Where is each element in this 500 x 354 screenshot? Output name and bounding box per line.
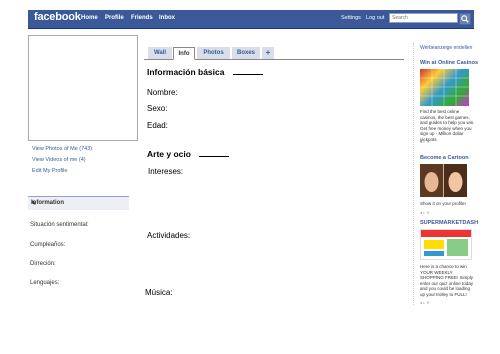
nav-logout[interactable]: Log out	[366, 15, 384, 21]
nav-friends[interactable]: Friends	[131, 15, 153, 21]
top-navigation-bar: facebook Home Profile Friends Inbox Sett…	[28, 10, 474, 29]
search-input[interactable]	[389, 13, 458, 23]
edit-profile-link[interactable]: Edit My Profile	[32, 168, 67, 174]
nav-settings[interactable]: Settings	[341, 15, 361, 21]
activities-label: Actividades:	[147, 231, 191, 240]
nav-home[interactable]: Home	[81, 15, 98, 21]
sex-label: Sexo:	[147, 104, 168, 113]
ad-feedback-icons[interactable]: ◂ ▹ ✕	[420, 300, 430, 305]
facebook-logo[interactable]: facebook	[34, 11, 81, 23]
nav-inbox[interactable]: Inbox	[159, 15, 175, 21]
add-tab-button[interactable]: +	[262, 47, 274, 59]
information-box-header: Information ✎	[28, 196, 129, 210]
view-photos-link[interactable]: View Photos of Me (743)	[32, 146, 92, 152]
cartoon-faces-image[interactable]	[420, 164, 467, 197]
ad-title-cartoon[interactable]: Become a Cartoon	[420, 155, 469, 161]
basic-info-heading: Información básica	[147, 66, 263, 77]
tab-boxes[interactable]: Boxes	[232, 47, 260, 59]
search-icon	[461, 15, 469, 23]
languages-label: Lenguajes:	[30, 280, 60, 286]
pencil-icon[interactable]: ✎	[31, 200, 126, 207]
relationship-status-label: Situación sentimental:	[30, 222, 89, 228]
profile-picture[interactable]	[28, 35, 138, 141]
arts-title: Arte y ocio	[147, 149, 191, 159]
supermarket-banner-image[interactable]	[420, 229, 472, 260]
tab-photos[interactable]: Photos	[197, 47, 230, 59]
name-label: Nombre:	[147, 88, 178, 97]
birthday-label: Cumpleaños:	[30, 242, 66, 248]
casino-image[interactable]	[420, 69, 469, 106]
basic-info-title: Información básica	[147, 67, 225, 77]
search-button[interactable]	[459, 13, 471, 25]
tab-info[interactable]: Info	[173, 47, 195, 60]
view-videos-link[interactable]: View Videos of me (4)	[32, 157, 86, 163]
tab-wall[interactable]: Wall	[148, 47, 172, 59]
casino-tiles-icon	[420, 69, 469, 106]
ad-feedback-icons[interactable]: ◂ ▹ ✕	[420, 139, 430, 144]
music-label: Música:	[145, 288, 173, 297]
ad-title-casino[interactable]: Win at Online Casinos	[420, 60, 478, 66]
faces-icon	[420, 164, 467, 197]
age-label: Edad:	[147, 121, 168, 130]
nav-profile[interactable]: Profile	[105, 15, 124, 21]
basic-info-underline	[232, 66, 263, 75]
supermarket-banner-icon	[421, 230, 471, 256]
arts-underline	[199, 148, 230, 157]
address-label: Dirreción:	[30, 261, 56, 267]
ad-title-supermarket[interactable]: SUPERMARKETDASH	[420, 220, 478, 226]
interests-label: Intereses:	[148, 167, 184, 176]
ad-text-casino: Find the best online casinos, the best g…	[420, 109, 475, 142]
ad-feedback-icons[interactable]: ◂ ▹ ✕	[420, 210, 430, 215]
ad-text-cartoon: Show it on your profile!	[420, 201, 466, 206]
arts-heading: Arte y ocio	[147, 148, 230, 159]
create-ad-link[interactable]: Werbeanzeige erstellen	[420, 45, 472, 51]
ad-text-supermarket: Here is a chance to win YOUR WEEKLY SHOP…	[420, 264, 474, 297]
